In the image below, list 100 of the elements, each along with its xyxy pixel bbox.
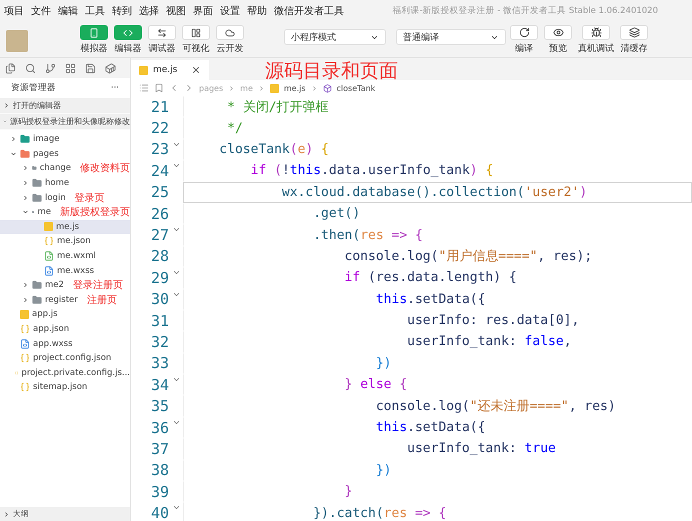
code-line: userInfo: res.data[0], xyxy=(183,310,692,332)
code-line: if (res.data.length) { xyxy=(183,267,692,289)
braces-icon xyxy=(44,236,54,246)
section-header[interactable]: 打开的编辑器 xyxy=(0,98,130,114)
file-item[interactable]: me.js xyxy=(0,220,130,234)
bookmark-icon[interactable] xyxy=(154,83,164,93)
editor-tab[interactable]: me.js xyxy=(131,60,209,80)
file-item[interactable]: app.json xyxy=(0,322,130,336)
menu-item[interactable]: 微信开发者工具 xyxy=(274,4,344,18)
line-number: 37 xyxy=(150,440,169,458)
line-number: 29 xyxy=(150,268,169,287)
file-item[interactable]: me.wxss xyxy=(0,263,130,278)
file-name: home xyxy=(45,178,70,188)
braces-icon xyxy=(20,382,30,392)
file-item[interactable]: project.private.config.js... xyxy=(0,366,130,380)
more-button[interactable]: ··· xyxy=(110,83,119,93)
menu-item[interactable]: 文件 xyxy=(31,4,51,18)
annotation-text: 新版授权登录页 xyxy=(60,206,130,220)
file-name: project.private.config.js... xyxy=(21,368,130,378)
file-name: app.json xyxy=(33,324,70,334)
grid-icon[interactable] xyxy=(65,62,76,74)
braces-icon xyxy=(20,324,30,334)
menu-item[interactable]: 项目 xyxy=(4,4,24,18)
folder-icon xyxy=(32,280,42,290)
chevron-right-icon xyxy=(3,102,10,109)
code-line: */ xyxy=(183,117,692,139)
code-line: if (!this.data.userInfo_tank) { xyxy=(183,160,692,182)
folder-item[interactable]: pages xyxy=(0,146,130,162)
close-icon[interactable] xyxy=(191,65,201,75)
file-name: me.wxss xyxy=(57,266,94,276)
code-line: .get() xyxy=(183,202,692,224)
folder-item[interactable]: change 修改资料页 xyxy=(0,161,130,176)
file-item[interactable]: app.js xyxy=(0,307,130,322)
list-icon[interactable] xyxy=(139,83,149,93)
code-line: this.setData({ xyxy=(183,288,692,310)
menu-item[interactable]: 帮助 xyxy=(247,4,267,18)
code-line: * 关闭/打开弹框 xyxy=(183,96,692,118)
breadcrumb-item[interactable]: closeTank xyxy=(336,84,376,92)
code-line: } else { xyxy=(183,374,692,396)
menu-item[interactable]: 设置 xyxy=(220,4,240,18)
code-line: } xyxy=(183,481,692,502)
code-line: userInfo_tank: false, xyxy=(183,331,692,353)
file-name: me xyxy=(37,207,51,218)
code-line: }) xyxy=(183,352,692,374)
menu-item[interactable]: 选择 xyxy=(139,4,159,18)
folder-item[interactable]: register 注册页 xyxy=(0,292,130,308)
phone-icon xyxy=(89,28,99,38)
file-item[interactable]: app.wxss xyxy=(0,336,130,351)
search-icon[interactable] xyxy=(25,62,36,74)
file-code-icon xyxy=(44,251,54,262)
menu-item[interactable]: 界面 xyxy=(193,4,213,18)
folder-item[interactable]: me2 登录注册页 xyxy=(0,278,130,293)
file-name: project.config.json xyxy=(33,353,112,364)
line-number: 30 xyxy=(150,290,169,308)
line-number: 22 xyxy=(150,119,169,138)
mode-dropdown[interactable]: 小程序模式 xyxy=(284,29,386,45)
code-line: .then(res => { xyxy=(183,224,692,246)
branch-icon[interactable] xyxy=(45,62,56,74)
chevron-right-icon xyxy=(3,510,10,518)
line-number: 33 xyxy=(150,354,169,372)
line-number: 28 xyxy=(150,247,169,266)
line-number: 39 xyxy=(150,482,169,501)
line-number: 32 xyxy=(150,332,169,351)
file-name: register xyxy=(45,294,78,305)
file-name: me.js xyxy=(56,222,80,232)
file-item[interactable]: me.json xyxy=(0,234,130,249)
layout-icon xyxy=(191,28,201,38)
menu-item[interactable]: 编辑 xyxy=(58,4,78,18)
annotation-text: 登录页 xyxy=(74,192,105,205)
line-number: 31 xyxy=(150,312,169,330)
line-number: 34 xyxy=(150,376,169,394)
folder-item[interactable]: me 新版授权登录页 xyxy=(0,204,130,220)
annotation-text: 源码目录和页面 xyxy=(265,59,398,84)
folder-item[interactable]: home xyxy=(0,176,130,190)
annotation-text: 注册页 xyxy=(86,294,117,307)
container-icon[interactable] xyxy=(105,62,116,74)
file-name: sitemap.json xyxy=(33,382,88,392)
folder-item[interactable]: login 登录页 xyxy=(0,190,130,205)
menu-item[interactable]: 转到 xyxy=(112,4,132,18)
file-item[interactable]: me.wxml xyxy=(0,248,130,264)
line-number: 27 xyxy=(150,226,169,244)
menu-item[interactable]: 视图 xyxy=(166,4,186,18)
compile-dropdown[interactable]: 普通编译 xyxy=(396,29,506,45)
files-icon[interactable] xyxy=(5,62,16,74)
code-line: console.log("还未注册====", res) xyxy=(183,395,692,417)
line-number: 36 xyxy=(150,418,169,437)
chevron-right-icon xyxy=(10,135,17,144)
file-name: me2 xyxy=(45,280,64,290)
menu-item[interactable]: 工具 xyxy=(85,4,105,18)
file-name: me.wxml xyxy=(57,251,96,262)
folder-item[interactable]: image xyxy=(0,132,130,147)
file-item[interactable]: project.config.json xyxy=(0,350,130,366)
cube-icon xyxy=(322,84,332,92)
section-header[interactable]: 源码授权登录注册和头像昵称修改 xyxy=(0,114,130,130)
window-title: 福利课-新版授权登录注册 - 微信开发者工具 Stable 1.06.2401020 xyxy=(392,5,658,17)
toolbar-button[interactable]: 真机调试 xyxy=(578,25,614,55)
line-number: 24 xyxy=(150,162,169,180)
chevron-right-icon xyxy=(310,84,318,92)
file-item[interactable]: sitemap.json xyxy=(0,380,130,395)
breadcrumb-item[interactable]: me.js xyxy=(284,84,306,92)
